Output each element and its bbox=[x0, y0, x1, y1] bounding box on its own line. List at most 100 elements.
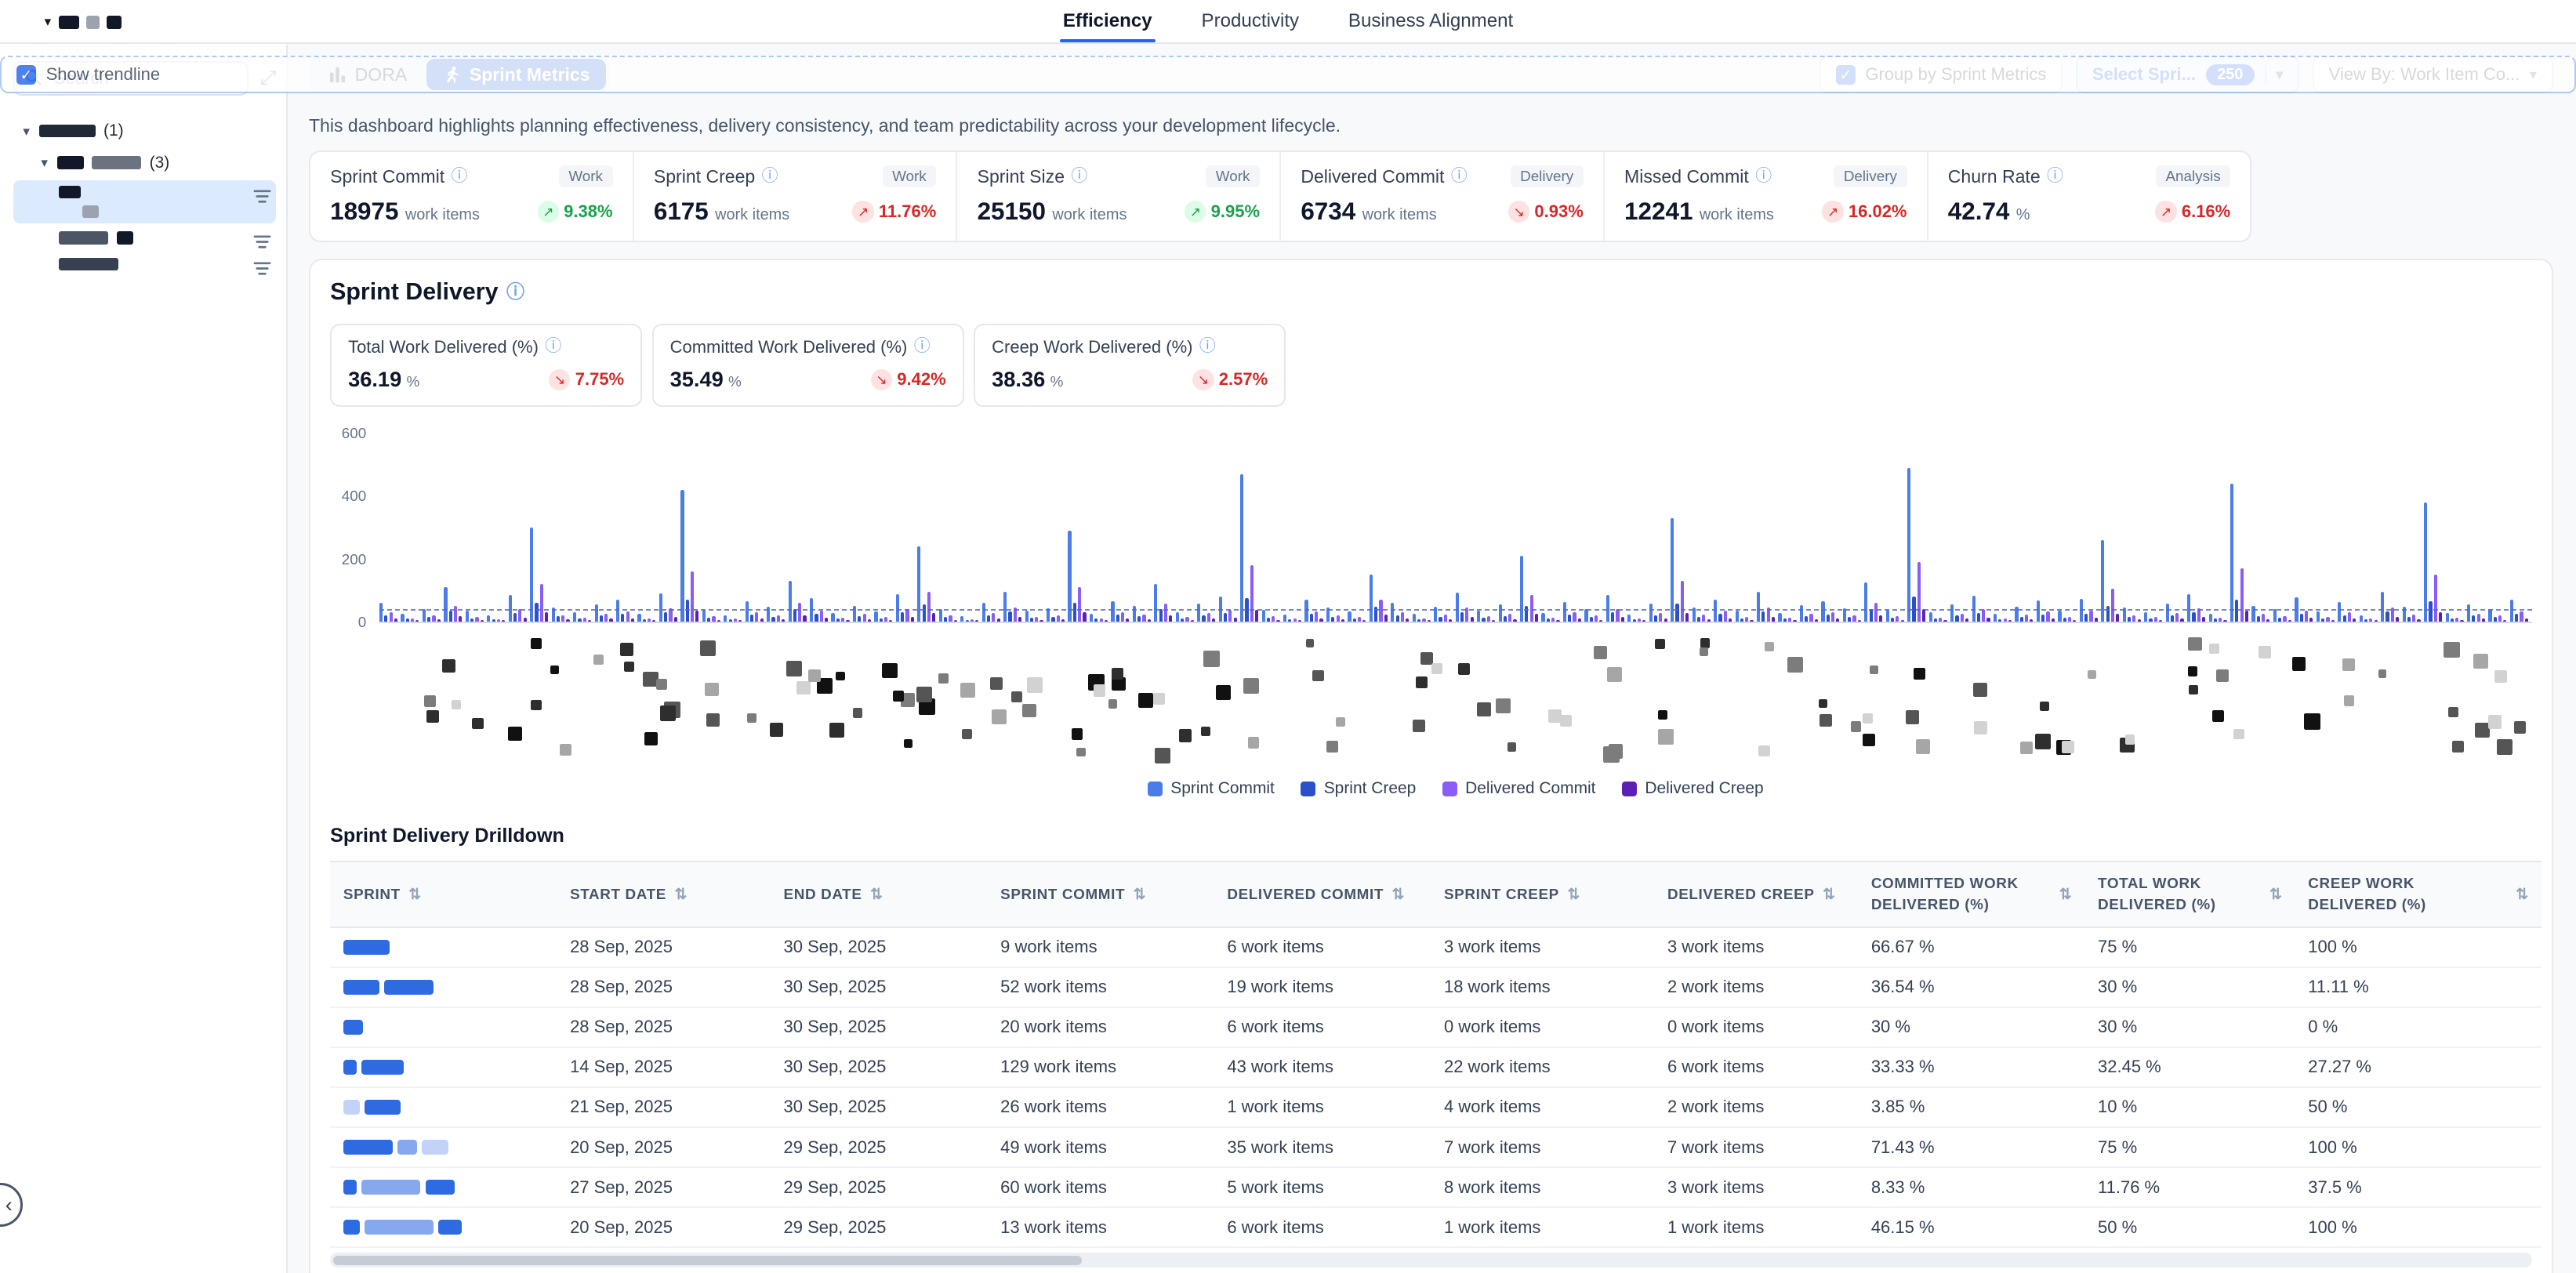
sort-icon[interactable]: ⇅ bbox=[870, 886, 883, 903]
chart-bar bbox=[1599, 620, 1602, 622]
legend-item-sprint-creep[interactable]: Sprint Creep bbox=[1301, 779, 1416, 798]
column-header-sprint-commit[interactable]: SPRINT COMMIT⇅ bbox=[987, 861, 1214, 927]
column-header-total-work-delivered-[interactable]: TOTAL WORK DELIVERED (%)⇅ bbox=[2084, 861, 2295, 927]
tab-business-alignment[interactable]: Business Alignment bbox=[1345, 0, 1517, 42]
chart-bar bbox=[1864, 582, 1867, 622]
info-icon[interactable]: ⓘ bbox=[506, 283, 524, 301]
sidebar-tree-item[interactable] bbox=[13, 227, 276, 249]
chevron-down-icon: ▾ bbox=[41, 154, 47, 171]
column-header-creep-work-delivered-[interactable]: CREEP WORK DELIVERED (%)⇅ bbox=[2295, 861, 2542, 927]
table-row[interactable]: 28 Sep, 202530 Sep, 202552 work items19 … bbox=[330, 967, 2542, 1007]
chart-bar bbox=[2412, 615, 2415, 622]
sort-icon[interactable]: ⇅ bbox=[2269, 886, 2282, 903]
chart-bar bbox=[1487, 616, 1490, 622]
redacted-tick-label bbox=[770, 723, 784, 737]
chart-bar bbox=[1100, 618, 1103, 622]
table-row[interactable]: 20 Sep, 202529 Sep, 202513 work items6 w… bbox=[330, 1207, 2542, 1247]
chart-bar bbox=[2321, 618, 2324, 622]
info-icon[interactable]: ⓘ bbox=[2047, 169, 2063, 185]
chart-bar bbox=[2364, 619, 2367, 622]
sort-icon[interactable]: ⇅ bbox=[2059, 886, 2072, 903]
tab-productivity[interactable]: Productivity bbox=[1198, 0, 1302, 42]
info-icon[interactable]: ⓘ bbox=[762, 169, 778, 185]
chart-bar bbox=[2375, 620, 2378, 622]
arrow-up-right-icon: ↗ bbox=[538, 201, 559, 222]
sort-icon[interactable]: ⇅ bbox=[1567, 886, 1580, 903]
table-row[interactable]: 28 Sep, 202530 Sep, 202520 work items6 w… bbox=[330, 1007, 2542, 1047]
info-icon[interactable]: ⓘ bbox=[451, 169, 467, 185]
filter-icon[interactable] bbox=[253, 233, 271, 251]
table-cell: 6 work items bbox=[1214, 927, 1431, 967]
delta-value: 9.42% bbox=[897, 369, 945, 390]
filter-icon[interactable] bbox=[253, 259, 271, 277]
info-icon[interactable]: ⓘ bbox=[1451, 169, 1468, 185]
chart-bar bbox=[1836, 618, 1839, 622]
redacted-tick-label bbox=[1243, 678, 1259, 694]
redacted-text bbox=[59, 258, 118, 271]
info-icon[interactable]: ⓘ bbox=[545, 339, 561, 355]
chart-bar bbox=[1809, 614, 1812, 622]
table-cell: 50 % bbox=[2295, 1087, 2542, 1127]
column-header-label: END DATE bbox=[784, 884, 862, 905]
legend-item-sprint-commit[interactable]: Sprint Commit bbox=[1148, 779, 1275, 798]
column-header-delivered-commit[interactable]: DELIVERED COMMIT⇅ bbox=[1214, 861, 1431, 927]
table-row[interactable]: 20 Sep, 202529 Sep, 202549 work items35 … bbox=[330, 1127, 2542, 1167]
legend-item-delivered-creep[interactable]: Delivered Creep bbox=[1622, 779, 1764, 798]
sort-icon[interactable]: ⇅ bbox=[2516, 886, 2528, 903]
column-header-sprint-creep[interactable]: SPRINT CREEP⇅ bbox=[1431, 861, 1654, 927]
table-row[interactable]: 14 Sep, 202530 Sep, 2025129 work items43… bbox=[330, 1047, 2542, 1087]
sort-icon[interactable]: ⇅ bbox=[1392, 886, 1405, 903]
chart-bar bbox=[1142, 615, 1145, 622]
chart-bar bbox=[1740, 618, 1743, 622]
chart-bar bbox=[901, 612, 904, 622]
column-header-end-date[interactable]: END DATE ⇅ bbox=[771, 861, 988, 927]
sidebar-tree-item[interactable]: ▾(1) bbox=[13, 117, 276, 146]
redacted-tick-label bbox=[1655, 639, 1665, 649]
tab-efficiency[interactable]: Efficiency bbox=[1060, 0, 1156, 42]
delivery-subcard-total-work-delivered-: Total Work Delivered (%)ⓘ36.19%↘7.75% bbox=[330, 324, 642, 407]
show-trendline-toggle[interactable]: ✓ Show trendline bbox=[0, 56, 2576, 93]
chart-bar bbox=[771, 617, 775, 622]
redacted-tick-label bbox=[1603, 746, 1619, 762]
delta-positive: ↗9.95% bbox=[1185, 201, 1260, 222]
column-header-start-date[interactable]: START DATE⇅ bbox=[557, 861, 770, 927]
sort-icon[interactable]: ⇅ bbox=[1134, 886, 1146, 903]
table-cell: 36.54 % bbox=[1858, 967, 2084, 1007]
scrollbar-thumb[interactable] bbox=[333, 1256, 1082, 1266]
info-icon[interactable]: ⓘ bbox=[1755, 169, 1772, 185]
info-icon[interactable]: ⓘ bbox=[1071, 169, 1087, 185]
info-icon[interactable]: ⓘ bbox=[1199, 339, 1216, 355]
arrow-up-right-icon: ↗ bbox=[2155, 201, 2176, 222]
checkbox-checked-icon[interactable]: ✓ bbox=[16, 65, 36, 85]
metric-title-text: Sprint Commit bbox=[330, 166, 444, 187]
app-root: ▾ Efficiency Productivity Business Alignme… bbox=[0, 0, 2576, 1273]
table-horizontal-scrollbar[interactable] bbox=[330, 1253, 2531, 1268]
chart-bar bbox=[2467, 604, 2470, 622]
sidebar-tree-item[interactable] bbox=[13, 180, 276, 223]
info-icon[interactable]: ⓘ bbox=[914, 339, 931, 355]
table-row[interactable]: 21 Sep, 202530 Sep, 202526 work items1 w… bbox=[330, 1087, 2542, 1127]
chart-bar bbox=[1482, 618, 1485, 622]
sidebar-tree-item[interactable] bbox=[13, 252, 276, 275]
sort-icon[interactable]: ⇅ bbox=[674, 886, 687, 903]
filter-icon[interactable] bbox=[253, 187, 271, 205]
column-header-delivered-creep[interactable]: DELIVERED CREEP⇅ bbox=[1654, 861, 1858, 927]
chart-bar bbox=[1169, 615, 1172, 622]
table-row[interactable]: 28 Sep, 202530 Sep, 20259 work items6 wo… bbox=[330, 927, 2542, 967]
workspace-switcher[interactable]: ▾ bbox=[45, 6, 122, 36]
table-cell: 37.5 % bbox=[2295, 1167, 2542, 1207]
chart-bar bbox=[1568, 615, 1571, 622]
column-header-committed-work-delivered-[interactable]: COMMITTED WORK DELIVERED (%)⇅ bbox=[1858, 861, 2084, 927]
chart-bar bbox=[1401, 612, 1404, 622]
table-row[interactable]: 27 Sep, 202529 Sep, 202560 work items5 w… bbox=[330, 1167, 2542, 1207]
sort-icon[interactable]: ⇅ bbox=[408, 886, 421, 903]
sidebar-tree-item[interactable]: ▾(3) bbox=[13, 149, 276, 178]
redacted-tick-label bbox=[786, 661, 802, 676]
chart-bar bbox=[401, 614, 404, 622]
sort-icon[interactable]: ⇅ bbox=[1823, 886, 1835, 903]
redacted-tick-label bbox=[2188, 666, 2198, 676]
legend-item-delivered-commit[interactable]: Delivered Commit bbox=[1442, 779, 1596, 798]
redacted-tick-label bbox=[1153, 693, 1166, 705]
chart-bar bbox=[1659, 613, 1662, 622]
column-header-sprint[interactable]: SPRINT⇅ bbox=[330, 861, 557, 927]
